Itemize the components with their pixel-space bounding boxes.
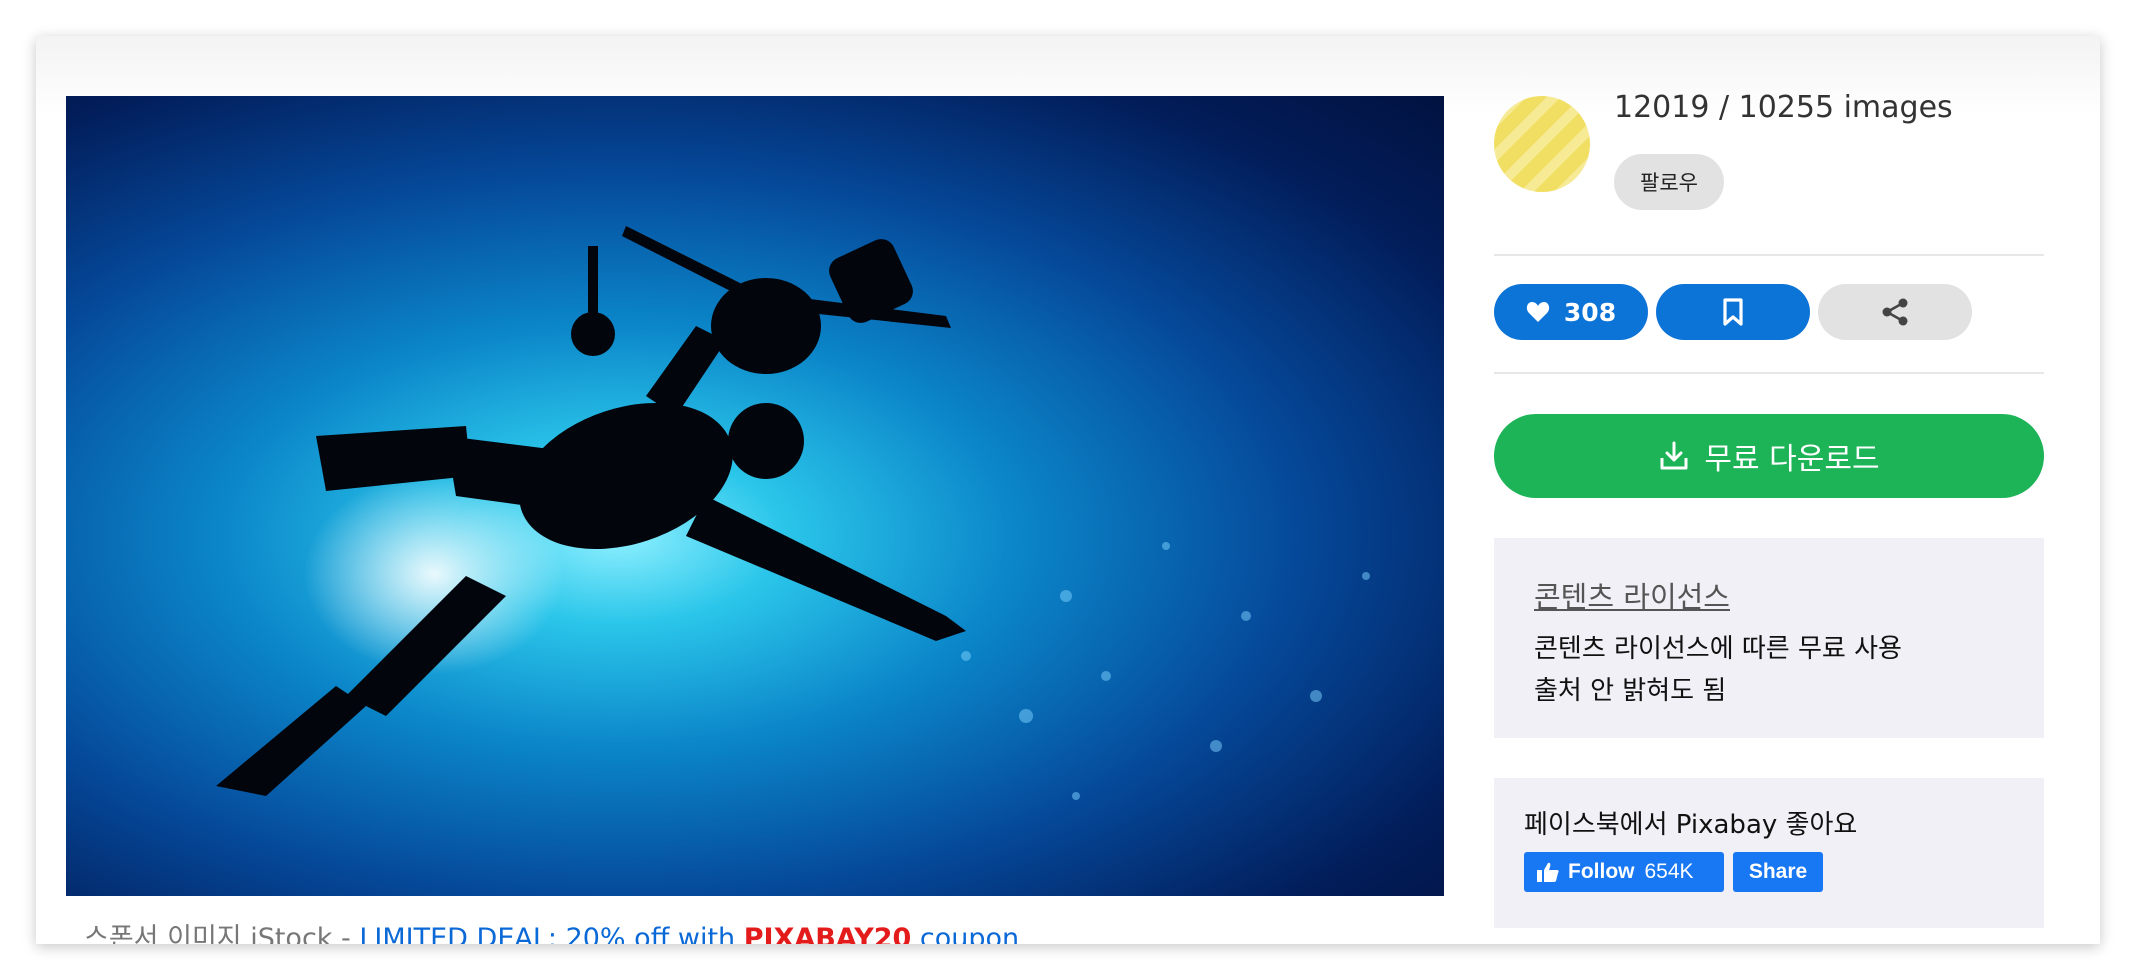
facebook-share-label: Share xyxy=(1748,860,1808,883)
images-count: 12019 / 10255 images xyxy=(1614,90,1953,125)
license-box: 콘텐츠 라이선스 콘텐츠 라이선스에 따른 무료 사용 출처 안 밝혀도 됨 xyxy=(1494,538,2044,738)
facebook-follow-label: Follow xyxy=(1568,860,1635,883)
like-button[interactable]: 308 xyxy=(1494,284,1648,340)
diver-silhouette xyxy=(216,226,1370,800)
sponsor-prefix: 스폰서 이미지 iStock - xyxy=(84,923,360,944)
sidebar: 12019 / 10255 images 팔로우 308 무료 다운로드 콘텐츠… xyxy=(1494,36,2044,944)
facebook-follow-count: 654K xyxy=(1644,860,1694,883)
sponsor-suffix[interactable]: coupon xyxy=(911,923,1019,944)
divider xyxy=(1494,254,2044,256)
free-download-button[interactable]: 무료 다운로드 xyxy=(1494,414,2044,498)
bookmark-icon xyxy=(1723,298,1743,326)
share-button[interactable] xyxy=(1818,284,1972,340)
facebook-share-button[interactable]: Share xyxy=(1733,852,1823,892)
license-line-1: 콘텐츠 라이선스에 따른 무료 사용 xyxy=(1534,634,1902,664)
license-title-link[interactable]: 콘텐츠 라이선스 xyxy=(1534,574,1730,616)
sponsor-deal-link[interactable]: LIMITED DEAL: 20% off with xyxy=(359,923,743,944)
avatar[interactable] xyxy=(1494,96,1590,192)
coupon-code: PIXABAY20 xyxy=(743,923,912,944)
license-line-2: 출처 안 밝혀도 됨 xyxy=(1534,676,1727,706)
like-count: 308 xyxy=(1563,297,1617,327)
facebook-follow-button[interactable]: Follow 654K xyxy=(1524,852,1724,892)
image-detail-card: 스폰서 이미지 iStock - LIMITED DEAL: 20% off w… xyxy=(36,36,2100,944)
main-photo[interactable] xyxy=(66,96,1444,896)
share-icon xyxy=(1882,298,1908,326)
heart-icon xyxy=(1526,302,1550,322)
facebook-box: 페이스북에서 Pixabay 좋아요 Follow 654K Share xyxy=(1494,778,2044,928)
follow-button[interactable]: 팔로우 xyxy=(1614,154,1724,210)
bookmark-button[interactable] xyxy=(1656,284,1810,340)
thumbs-up-icon xyxy=(1537,862,1559,882)
divider xyxy=(1494,372,2044,374)
download-icon xyxy=(1660,441,1688,470)
download-label: 무료 다운로드 xyxy=(1704,442,1880,477)
facebook-text: 페이스북에서 Pixabay 좋아요 xyxy=(1524,810,1858,840)
sponsor-banner[interactable]: 스폰서 이미지 iStock - LIMITED DEAL: 20% off w… xyxy=(84,916,1019,944)
